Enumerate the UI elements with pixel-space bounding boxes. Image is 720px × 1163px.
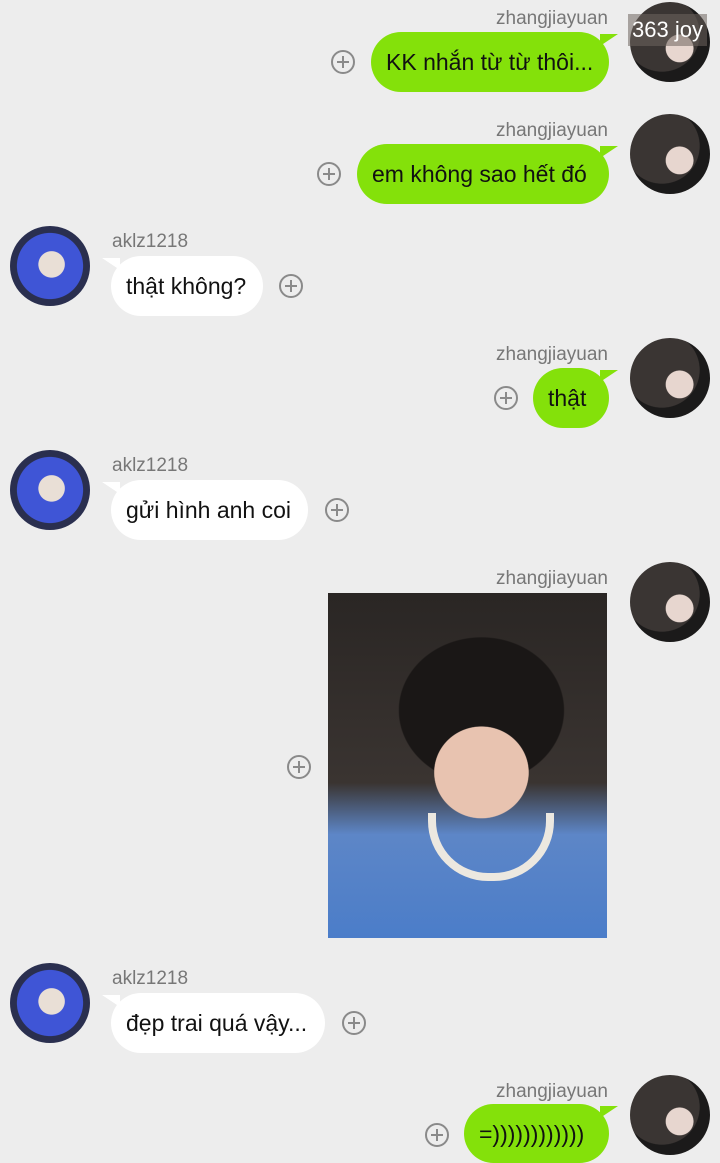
avatar[interactable]: [630, 562, 710, 642]
watermark-label: 363 joy: [628, 14, 707, 46]
message-text: thật không?: [126, 273, 247, 299]
message-bubble[interactable]: thật: [533, 368, 618, 428]
add-reaction-icon[interactable]: [287, 755, 311, 779]
avatar[interactable]: [630, 338, 710, 418]
message-text: gửi hình anh coi: [126, 497, 292, 523]
add-reaction-icon[interactable]: [331, 50, 355, 74]
message-text: thật: [548, 385, 587, 411]
photo-detail: [428, 813, 554, 881]
message-bubble[interactable]: gửi hình anh coi: [102, 480, 308, 540]
message-photo[interactable]: [328, 593, 607, 938]
message-bubble[interactable]: đẹp trai quá vậy...: [102, 993, 325, 1053]
sender-name: aklz1218: [112, 231, 189, 252]
add-reaction-icon[interactable]: [494, 386, 518, 410]
avatar[interactable]: [10, 226, 90, 306]
sender-name: zhangjiayuan: [496, 568, 608, 589]
message-bubble[interactable]: em không sao hết đó: [357, 144, 618, 204]
add-reaction-icon[interactable]: [342, 1011, 366, 1035]
message-bubble[interactable]: thật không?: [102, 256, 263, 316]
sender-name: aklz1218: [112, 968, 189, 989]
sender-name: zhangjiayuan: [496, 344, 608, 365]
message-text: KK nhắn từ từ thôi...: [386, 49, 594, 75]
add-reaction-icon[interactable]: [325, 498, 349, 522]
message-text: đẹp trai quá vậy...: [126, 1010, 308, 1036]
avatar[interactable]: [10, 963, 90, 1043]
avatar[interactable]: [10, 450, 90, 530]
add-reaction-icon[interactable]: [279, 274, 303, 298]
sender-name: zhangjiayuan: [496, 120, 608, 141]
add-reaction-icon[interactable]: [425, 1123, 449, 1147]
sender-name: zhangjiayuan: [496, 8, 608, 29]
avatar[interactable]: [630, 114, 710, 194]
message-text: =)))))))))))): [479, 1120, 585, 1147]
avatar[interactable]: [630, 1075, 710, 1155]
message-bubble[interactable]: KK nhắn từ từ thôi...: [371, 32, 618, 92]
message-text: em không sao hết đó: [372, 161, 587, 187]
sender-name: aklz1218: [112, 455, 189, 476]
add-reaction-icon[interactable]: [317, 162, 341, 186]
sender-name: zhangjiayuan: [496, 1081, 608, 1102]
message-bubble[interactable]: =)))))))))))): [464, 1104, 618, 1163]
